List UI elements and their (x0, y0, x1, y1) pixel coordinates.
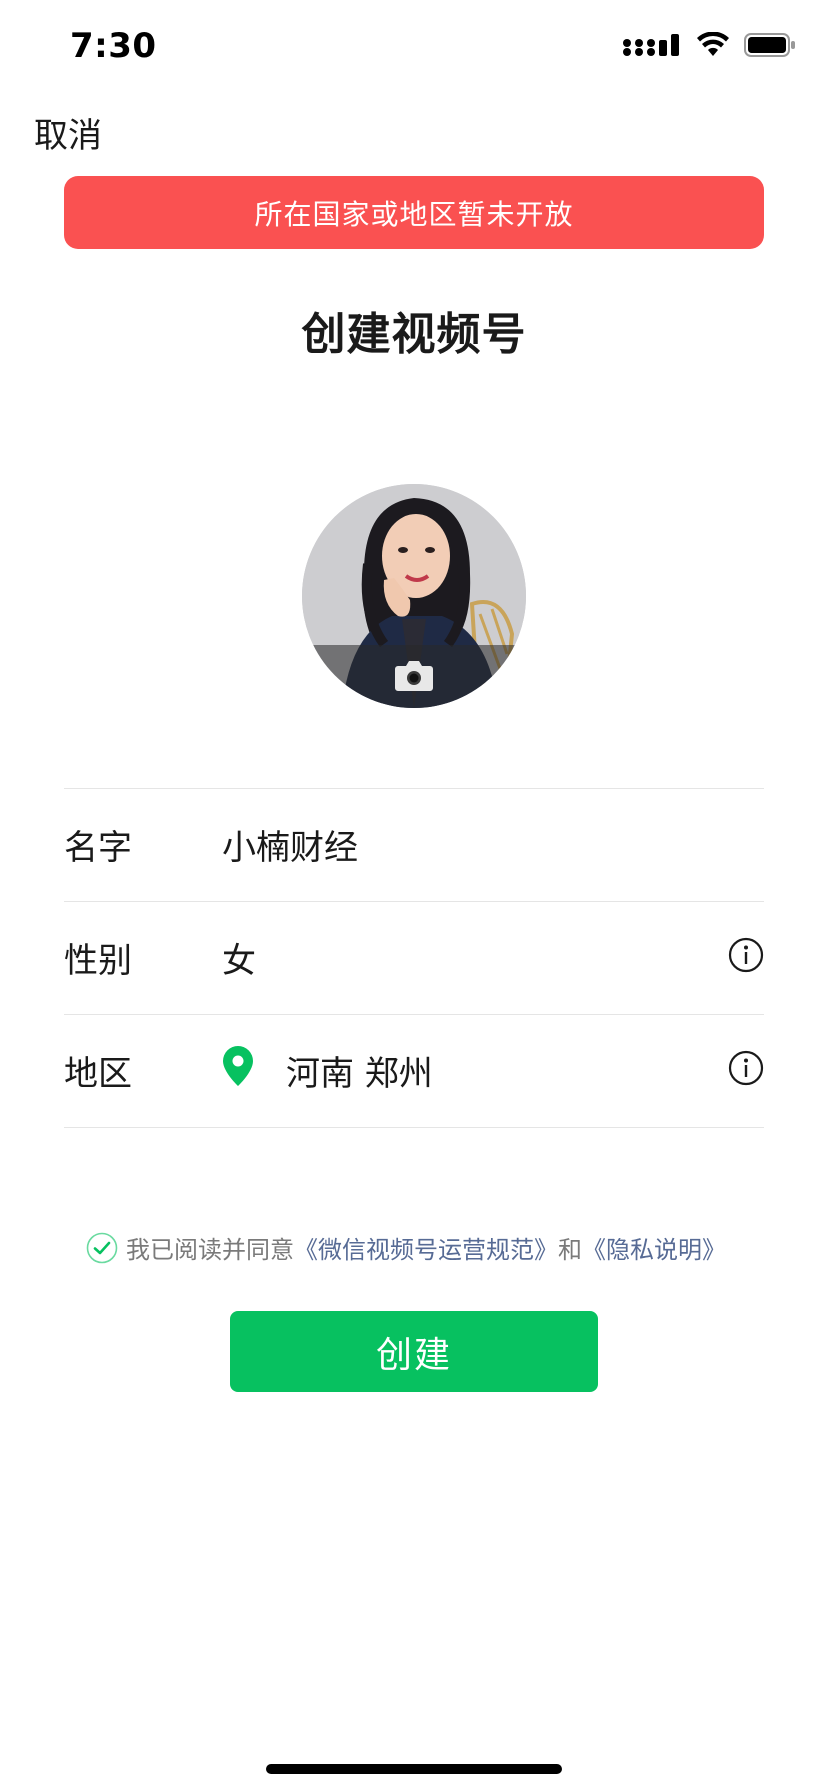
name-value[interactable]: 小楠财经 (222, 820, 358, 869)
gender-info-icon[interactable] (728, 937, 764, 973)
form-row-gender[interactable]: 性别 女 (64, 901, 764, 1013)
agreement-connector: 和 (558, 1236, 582, 1264)
agreement-prefix: 我已阅读并同意 (126, 1236, 294, 1264)
wifi-icon (697, 32, 729, 56)
form-row-name[interactable]: 名字 小楠财经 (64, 788, 764, 900)
region-info-icon[interactable] (728, 1050, 764, 1086)
agreement-checkbox[interactable] (86, 1232, 118, 1264)
avatar-picker[interactable] (302, 484, 526, 708)
gender-value[interactable]: 女 (222, 933, 256, 982)
region-label: 地区 (64, 1054, 132, 1094)
banner-text: 所在国家或地区暂未开放 (254, 197, 574, 231)
location-pin-icon (223, 1046, 253, 1086)
gender-label: 性别 (64, 941, 132, 981)
form-divider-bottom (64, 1127, 764, 1128)
privacy-link[interactable]: 《隐私说明》 (582, 1230, 726, 1265)
status-time: 7:30 (70, 26, 157, 66)
status-bar: 7:30 (0, 0, 828, 100)
region-unavailable-banner: 所在国家或地区暂未开放 (64, 176, 764, 249)
camera-icon (395, 661, 433, 691)
page-title: 创建视频号 (301, 309, 527, 360)
operation-rules-link[interactable]: 《微信视频号运营规范》 (294, 1230, 558, 1265)
cellular-signal-icon (623, 34, 679, 56)
name-label: 名字 (64, 828, 132, 868)
agreement-line: 我已阅读并同意 《微信视频号运营规范》 和 《隐私说明》 (86, 1230, 726, 1265)
battery-icon (744, 33, 795, 57)
home-indicator (266, 1764, 562, 1774)
create-button[interactable]: 创建 (230, 1311, 598, 1392)
cancel-button[interactable]: 取消 (34, 108, 102, 157)
region-value[interactable]: 河南 郑州 (286, 1046, 433, 1095)
status-icons (622, 32, 796, 58)
form-row-region[interactable]: 地区 河南 郑州 (64, 1014, 764, 1126)
